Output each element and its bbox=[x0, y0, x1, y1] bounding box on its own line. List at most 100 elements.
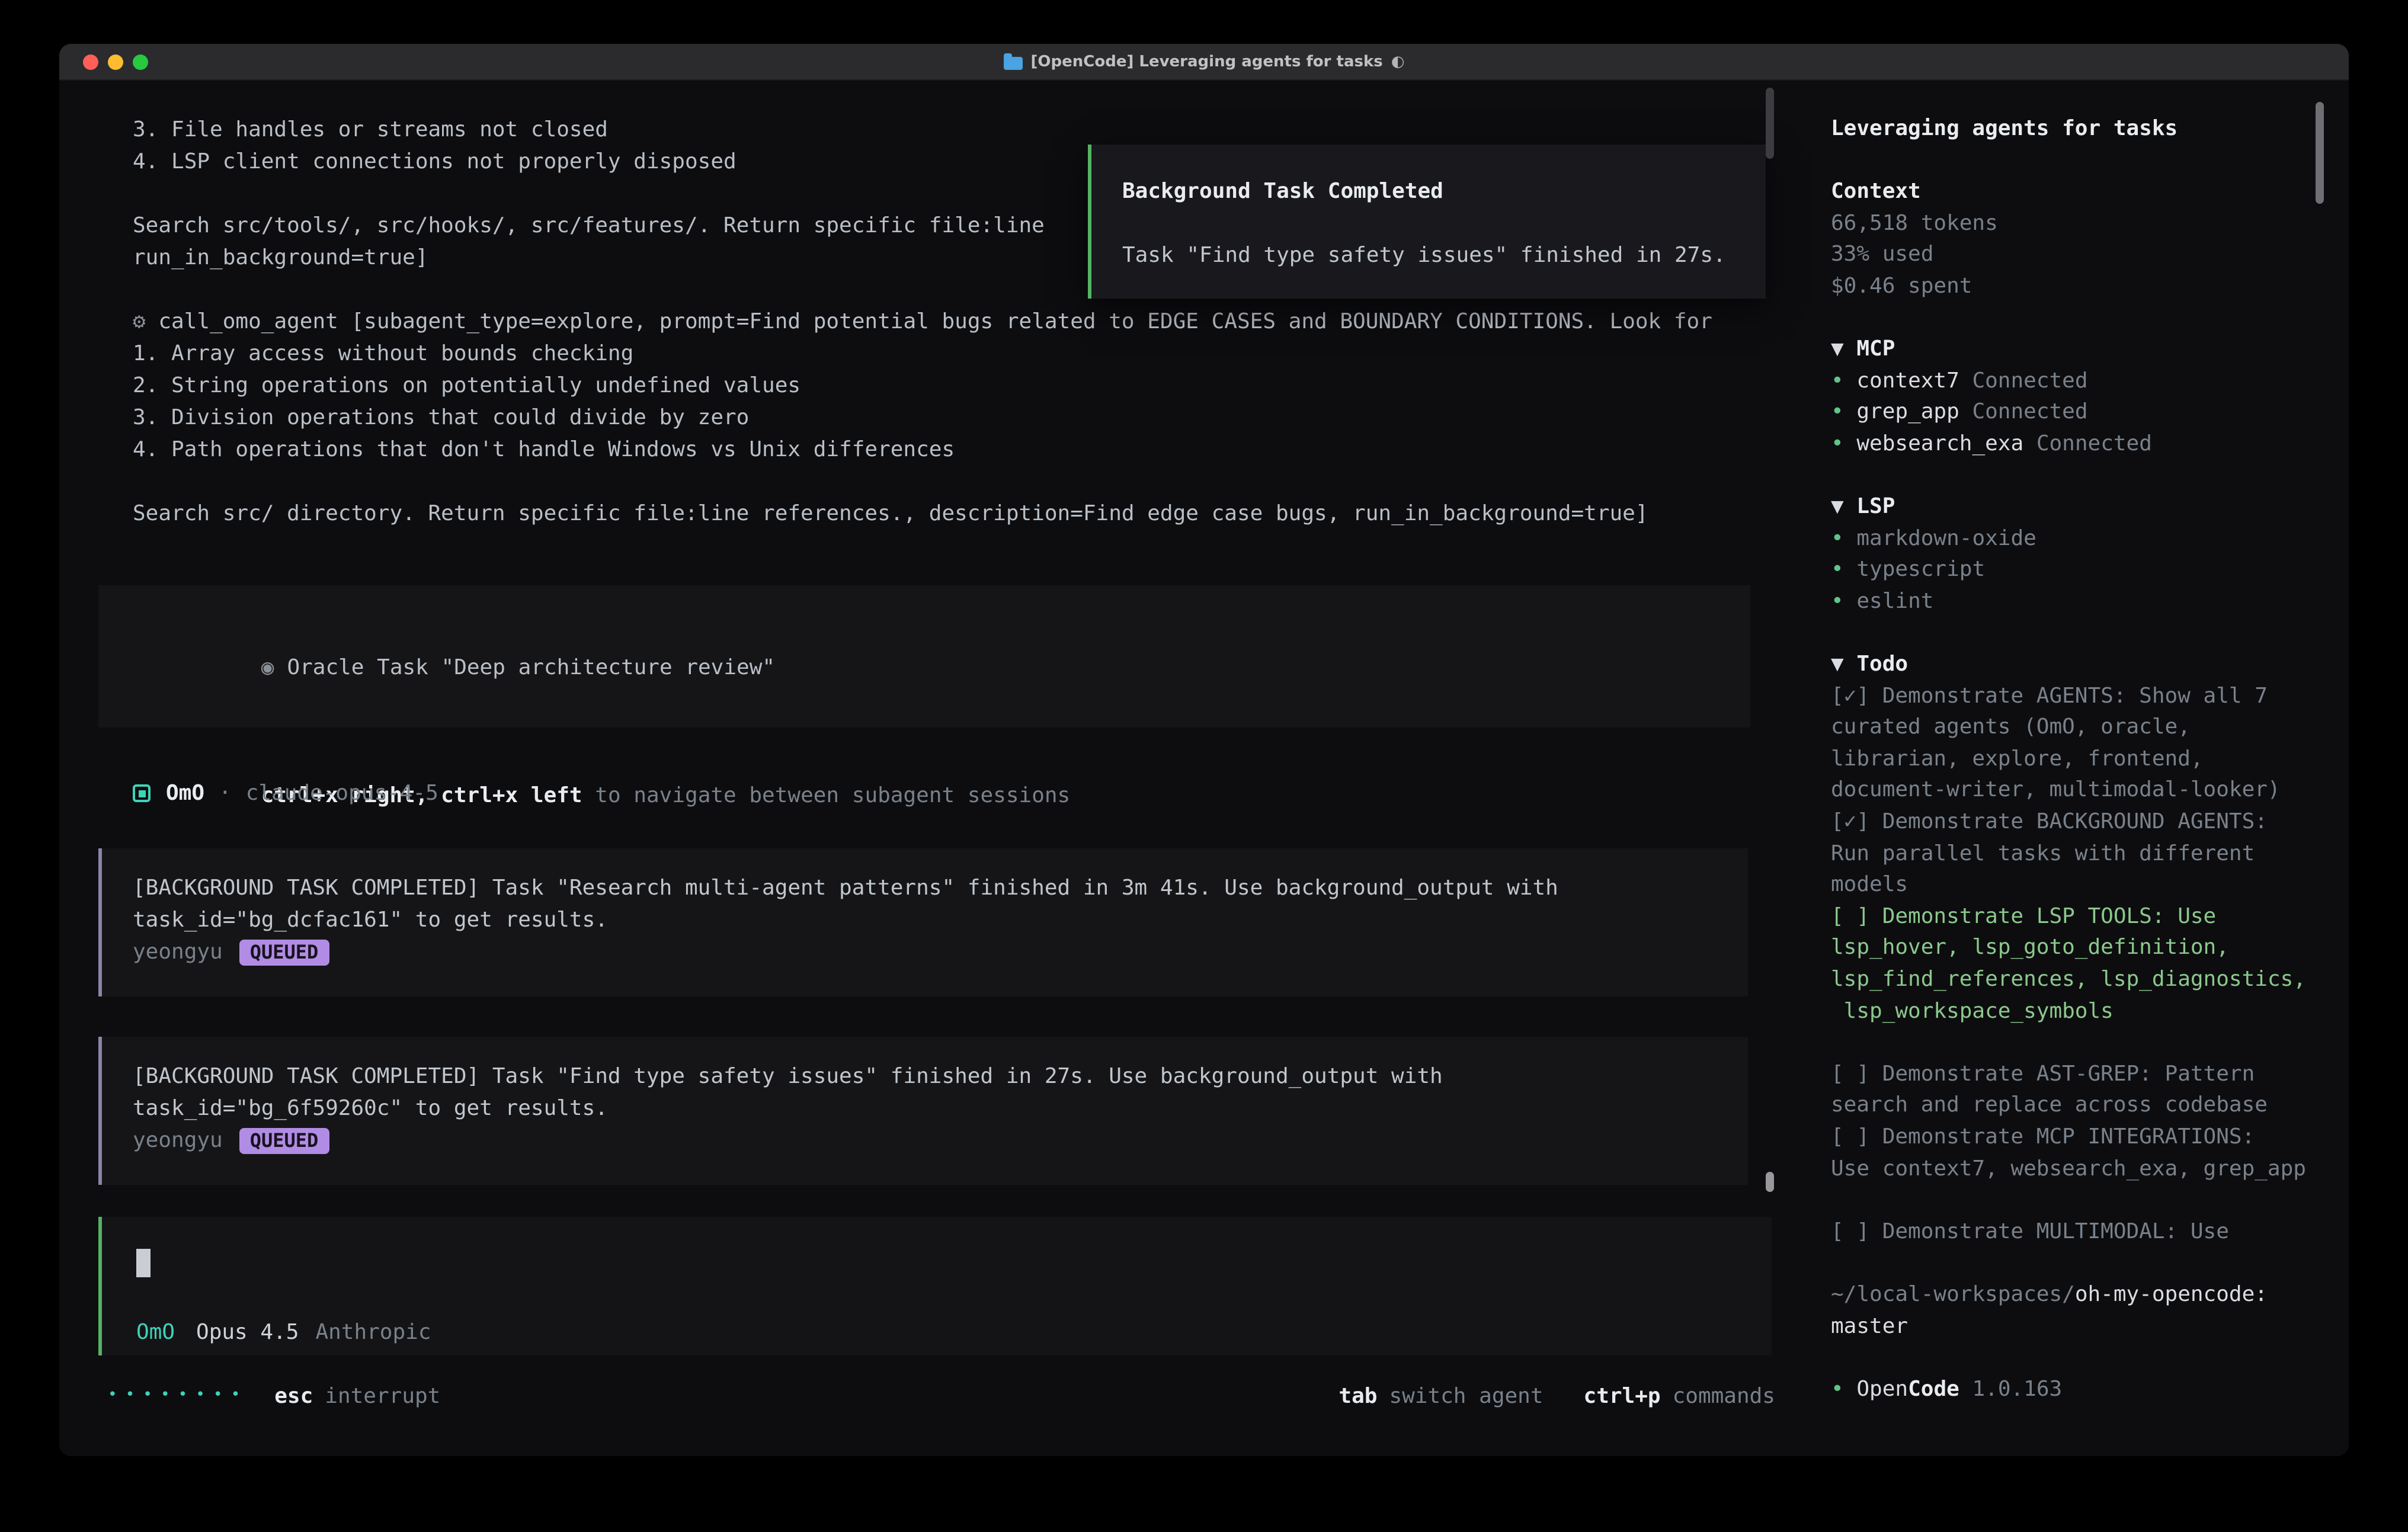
terminal-line bbox=[1831, 1342, 2324, 1374]
text-segment: Open bbox=[1856, 1377, 1908, 1402]
text-segment: LSP bbox=[1856, 494, 1895, 519]
text-segment: [✓] Demonstrate BACKGROUND AGENTS: bbox=[1831, 809, 2268, 834]
text-segment: 66,518 tokens bbox=[1831, 211, 1998, 236]
text-segment: 33% used bbox=[1831, 242, 1933, 267]
text-segment: lsp_workspace_symbols bbox=[1831, 998, 2114, 1023]
terminal-line bbox=[1831, 1248, 2324, 1280]
text-segment: • bbox=[1831, 1377, 1856, 1402]
message-author: yeongyu bbox=[133, 1124, 223, 1156]
terminal-line: 66,518 tokens bbox=[1831, 209, 2324, 240]
text-segment: typescript bbox=[1856, 557, 1985, 582]
toast-title: Background Task Completed bbox=[1122, 175, 1735, 207]
text-segment: curated agents (OmO, oracle, bbox=[1831, 715, 2191, 740]
text-segment: master bbox=[1831, 1313, 1908, 1338]
terminal-line bbox=[1831, 303, 2324, 334]
terminal-line bbox=[1831, 618, 2324, 649]
terminal-line: search and replace across codebase bbox=[1831, 1091, 2324, 1122]
sidebar-scrollbar-thumb[interactable] bbox=[2316, 102, 2324, 204]
terminal-line: [ ] Demonstrate MCP INTEGRATIONS: bbox=[1831, 1122, 2324, 1153]
window-title: [OpenCode] Leveraging agents for tasks ◐ bbox=[59, 44, 2349, 81]
text-segment: [ ] Demonstrate MULTIMODAL: Use bbox=[1831, 1219, 2229, 1244]
spinner-dots-icon: •••••••• bbox=[108, 1386, 248, 1403]
agent-name: OmO bbox=[166, 781, 204, 806]
prompt-input[interactable]: OmO Opus 4.5 Anthropic bbox=[98, 1217, 1772, 1355]
terminal-line: ⚙ call_omo_agent [subagent_type=explore,… bbox=[133, 306, 1712, 338]
text-segment: 3. Division operations that could divide… bbox=[133, 405, 749, 430]
text-segment: lsp_find_references, lsp_diagnostics, bbox=[1831, 967, 2306, 992]
text-segment: oh-my-opencode: bbox=[2075, 1282, 2268, 1307]
text-segment: [ ] Demonstrate LSP TOOLS: Use bbox=[1831, 904, 2216, 929]
ctrlp-key-hint: ctrl+p bbox=[1584, 1383, 1661, 1408]
text-segment: ⚙ bbox=[133, 309, 158, 334]
text-segment: markdown-oxide bbox=[1856, 525, 2036, 550]
terminal-line: document-writer, multimodal-looker) bbox=[1831, 775, 2324, 807]
tab-key-hint: tab bbox=[1339, 1383, 1377, 1408]
text-segment: lsp_hover, lsp_goto_definition, bbox=[1831, 935, 2229, 960]
folder-icon bbox=[1004, 57, 1023, 70]
background-task-message: [BACKGROUND TASK COMPLETED] Task "Find t… bbox=[98, 1037, 1748, 1185]
terminal-line: • context7 Connected bbox=[1831, 366, 2324, 398]
message-line: task_id="bg_6f59260c" to get results. bbox=[133, 1092, 1748, 1124]
message-meta: yeongyu QUEUED bbox=[133, 1124, 1748, 1156]
status-badge: QUEUED bbox=[239, 939, 329, 965]
sidebar-panel: Leveraging agents for tasks Context 66,51… bbox=[1831, 114, 2324, 1406]
terminal-line: $0.46 spent bbox=[1831, 271, 2324, 303]
terminal-line: ▼ LSP bbox=[1831, 492, 2324, 523]
text-segment: Search src/ directory. Return specific f… bbox=[133, 501, 1648, 526]
terminal-line: Search src/ directory. Return specific f… bbox=[133, 498, 1712, 530]
terminal-line: lsp_hover, lsp_goto_definition, bbox=[1831, 933, 2324, 964]
text-segment: ▼ bbox=[1831, 494, 1856, 519]
text-segment: [✓] Demonstrate AGENTS: Show all 7 bbox=[1831, 683, 2268, 708]
terminal-line: Use context7, websearch_exa, grep_app bbox=[1831, 1153, 2324, 1185]
text-segment: 2. String operations on potentially unde… bbox=[133, 373, 800, 398]
text-segment: 1.0.163 bbox=[1959, 1377, 2062, 1402]
terminal-line: 3. Division operations that could divide… bbox=[133, 402, 1712, 434]
text-segment: Leveraging agents for tasks bbox=[1831, 116, 2178, 141]
text-segment: models bbox=[1831, 873, 1908, 898]
text-segment: Search src/tools/, src/hooks/, src/featu… bbox=[133, 213, 1045, 238]
half-circle-icon: ◐ bbox=[1391, 53, 1405, 71]
status-badge: QUEUED bbox=[239, 1127, 329, 1153]
agent-session-header[interactable]: OmO · claude-opus-4-5 bbox=[133, 777, 438, 809]
input-agent-label: OmO bbox=[136, 1320, 175, 1345]
terminal-line: ~/local-workspaces/oh-my-opencode: bbox=[1831, 1280, 2324, 1311]
model-info-row: OmO Opus 4.5 Anthropic bbox=[136, 1316, 431, 1348]
main-scrollbar-thumb[interactable] bbox=[1766, 88, 1774, 159]
message-meta: yeongyu QUEUED bbox=[133, 936, 1748, 968]
terminal-line: • eslint bbox=[1831, 586, 2324, 618]
esc-key-hint: esc bbox=[274, 1383, 313, 1408]
window-titlebar[interactable]: [OpenCode] Leveraging agents for tasks ◐ bbox=[59, 44, 2349, 81]
message-line: task_id="bg_dcfac161" to get results. bbox=[133, 904, 1748, 936]
oracle-task-box: ◉Oracle Task "Deep architecture review" … bbox=[98, 585, 1750, 727]
text-segment: • bbox=[1831, 368, 1856, 393]
ctrlp-key-label: commands bbox=[1673, 1383, 1775, 1408]
terminal-line bbox=[1831, 1185, 2324, 1216]
terminal-line: 33% used bbox=[1831, 240, 2324, 271]
terminal-line: Run parallel tasks with different bbox=[1831, 838, 2324, 870]
main-scrollbar-thumb-bottom[interactable] bbox=[1766, 1172, 1774, 1192]
terminal-line: [✓] Demonstrate AGENTS: Show all 7 bbox=[1831, 681, 2324, 712]
text-segment: search and replace across codebase bbox=[1831, 1093, 2268, 1118]
agent-square-icon bbox=[133, 784, 150, 802]
terminal-line: • grep_app Connected bbox=[1831, 398, 2324, 429]
terminal-line: master bbox=[1831, 1311, 2324, 1342]
text-segment: 1. Array access without bounds checking bbox=[133, 341, 633, 366]
text-segment: [ ] Demonstrate MCP INTEGRATIONS: bbox=[1831, 1124, 2255, 1149]
window-title-text: [OpenCode] Leveraging agents for tasks bbox=[1031, 53, 1383, 71]
desktop: [OpenCode] Leveraging agents for tasks ◐… bbox=[0, 0, 2408, 1532]
text-segment: • bbox=[1831, 557, 1856, 582]
terminal-line: • typescript bbox=[1831, 555, 2324, 586]
oracle-task-title-line: ◉Oracle Task "Deep architecture review" bbox=[133, 620, 1750, 716]
text-segment: 3. File handles or streams not closed bbox=[133, 117, 608, 142]
text-segment: call_omo_agent [subagent_type=explore, p… bbox=[158, 309, 1712, 334]
terminal-line: 1. Array access without bounds checking bbox=[133, 338, 1712, 370]
text-segment: Connected bbox=[1959, 400, 2088, 425]
text-segment: • bbox=[1831, 400, 1856, 425]
terminal-line: Context bbox=[1831, 177, 2324, 208]
terminal-line bbox=[1831, 145, 2324, 177]
terminal-line: models bbox=[1831, 870, 2324, 902]
terminal-line: lsp_find_references, lsp_diagnostics, bbox=[1831, 964, 2324, 996]
input-model-provider: Anthropic bbox=[315, 1320, 431, 1345]
terminal-line bbox=[1831, 460, 2324, 492]
text-segment: 4. LSP client connections not properly d… bbox=[133, 149, 737, 174]
